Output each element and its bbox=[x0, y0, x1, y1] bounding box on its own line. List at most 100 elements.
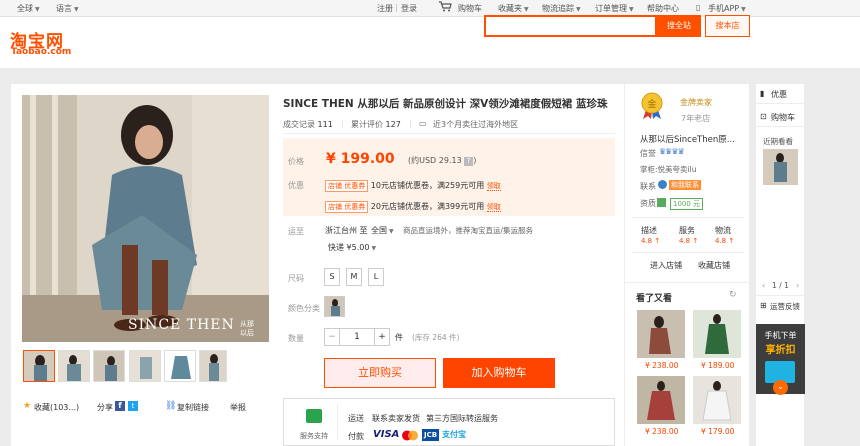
price-value: ¥ 199.00 bbox=[326, 151, 395, 167]
vip-icon: ▮ bbox=[760, 89, 765, 98]
get-coupon-link[interactable]: 领取 bbox=[486, 203, 501, 212]
recommend-price: ¥ 179.00 bbox=[701, 427, 735, 436]
score-label: 描述 bbox=[641, 226, 657, 235]
recent-item-image[interactable] bbox=[763, 149, 798, 185]
language-select[interactable]: 语言 ▼ bbox=[56, 3, 79, 14]
thumbnail[interactable] bbox=[58, 350, 90, 382]
price-label: 价格 bbox=[288, 157, 304, 166]
size-option-l[interactable]: L bbox=[368, 268, 384, 286]
register-link[interactable]: 注册 bbox=[377, 3, 393, 14]
contact-ship-link[interactable]: 联系卖家发货 bbox=[372, 413, 420, 424]
recommend-item-image[interactable] bbox=[637, 376, 685, 424]
truck-icon: ▭ bbox=[419, 119, 427, 128]
buy-now-button[interactable]: 立即购买 bbox=[324, 358, 436, 388]
divider bbox=[632, 252, 744, 253]
help-link[interactable]: 帮助中心 bbox=[647, 3, 679, 14]
alipay-icon: 支付宝 bbox=[442, 430, 466, 439]
thumbnail[interactable] bbox=[164, 350, 196, 382]
image-watermark-cn: 从那以后 bbox=[240, 320, 254, 337]
contact-seller-button[interactable]: 和我联系 bbox=[669, 180, 701, 190]
thumbnail[interactable] bbox=[93, 350, 125, 382]
size-label: 尺码 bbox=[288, 274, 304, 283]
mobile-title: 手机下单 bbox=[764, 331, 797, 340]
coupon-tag: 店铺 优惠券 bbox=[325, 201, 369, 213]
license-icon bbox=[657, 198, 666, 207]
facebook-icon[interactable]: f bbox=[115, 401, 125, 411]
get-coupon-link[interactable]: 领取 bbox=[486, 182, 501, 191]
qty-increase-button[interactable]: + bbox=[374, 328, 390, 346]
coupon-row-1: 店铺 优惠券 10元店铺优惠卷，满259元可用 领取 bbox=[325, 180, 501, 192]
jcb-icon: JCB bbox=[422, 429, 440, 441]
rail-cart-icon: ⊡ bbox=[760, 112, 767, 121]
mobile-sub: 享折扣 bbox=[765, 345, 796, 356]
mobile-order-panel[interactable]: 手机下单 享折扣 ⌄ bbox=[756, 324, 805, 395]
svg-text:金: 金 bbox=[647, 98, 656, 110]
help-icon: ? bbox=[464, 157, 474, 166]
divider bbox=[756, 126, 804, 127]
chevron-down-icon[interactable]: ⌄ bbox=[773, 380, 788, 395]
copy-link[interactable]: 复制链接 bbox=[177, 402, 209, 413]
thumbnail[interactable] bbox=[23, 350, 55, 382]
add-to-cart-button[interactable]: 加入购物车 bbox=[443, 358, 555, 388]
taobao-logo-en[interactable]: Taobao.com bbox=[11, 47, 71, 57]
size-option-m[interactable]: M bbox=[346, 268, 362, 286]
qty-decrease-button[interactable]: − bbox=[324, 328, 340, 346]
recommend-item-image[interactable] bbox=[693, 310, 741, 358]
shop-name[interactable]: 从那以后SinceThen原... bbox=[640, 133, 735, 145]
rail-prev-icon[interactable]: ‹ bbox=[762, 281, 765, 290]
report-link[interactable]: 举报 bbox=[230, 402, 246, 413]
chat-icon[interactable] bbox=[658, 180, 667, 189]
shop-owner[interactable]: 掌柜:悦美夸卖ilu bbox=[640, 164, 696, 175]
thumbnail[interactable] bbox=[129, 350, 161, 382]
divider bbox=[632, 217, 744, 218]
thumbnail[interactable] bbox=[199, 350, 227, 382]
logistics-menu[interactable]: 物流追踪 ▼ bbox=[542, 3, 581, 14]
coupon-row-2: 店铺 优惠券 20元店铺优惠卷，满399元可用 领取 bbox=[325, 201, 501, 213]
favorites-menu[interactable]: 收藏夹 ▼ bbox=[498, 3, 529, 14]
qty-input[interactable]: 1 bbox=[339, 328, 375, 346]
cart-icon[interactable] bbox=[439, 1, 452, 14]
search-input[interactable] bbox=[484, 15, 657, 37]
favorite-link[interactable]: 收藏(103...) bbox=[34, 402, 79, 413]
deal-records[interactable]: 成交记录 111 bbox=[283, 119, 333, 130]
rail-vip[interactable]: 优惠 bbox=[771, 89, 787, 100]
cart-link[interactable]: 购物车 bbox=[458, 3, 482, 14]
size-option-s[interactable]: S bbox=[324, 268, 340, 286]
product-main-image[interactable]: SINCE THEN 从那以后 bbox=[22, 95, 269, 342]
recommend-item-image[interactable] bbox=[693, 376, 741, 424]
recommend-item-image[interactable] bbox=[637, 310, 685, 358]
share-label[interactable]: 分享 bbox=[97, 402, 113, 413]
payment-label: 付款 bbox=[348, 432, 364, 441]
color-swatch[interactable] bbox=[324, 296, 345, 317]
qty-unit: 件 bbox=[395, 333, 403, 342]
star-icon[interactable]: ★ bbox=[23, 401, 31, 411]
rail-next-icon[interactable]: › bbox=[796, 281, 799, 290]
mobile-app-menu[interactable]: 手机APP ▼ bbox=[708, 3, 746, 14]
refresh-icon[interactable]: ↻ bbox=[729, 290, 737, 300]
login-link[interactable]: 登录 bbox=[401, 3, 417, 14]
gold-seller-badge: 金牌卖家 bbox=[680, 98, 712, 107]
divider bbox=[337, 404, 338, 440]
enter-shop-link[interactable]: 进入店铺 bbox=[650, 260, 682, 271]
search-all-button[interactable]: 搜全站 bbox=[657, 15, 701, 37]
qualification-label: 资质 bbox=[640, 199, 656, 208]
reviews-count[interactable]: 累计评价 127 bbox=[351, 119, 401, 130]
third-party-link[interactable]: 第三方国际转运服务 bbox=[426, 413, 498, 424]
search-store-button[interactable]: 搜本店 bbox=[705, 15, 750, 37]
express-select[interactable]: 快递 ¥5.00 ▼ bbox=[328, 242, 376, 253]
recommend-title: 看了又看 bbox=[636, 294, 673, 304]
price-usd: (约USD 29.13 ?) bbox=[408, 156, 477, 166]
color-label: 颜色分类 bbox=[288, 304, 320, 313]
orders-menu[interactable]: 订单管理 ▼ bbox=[595, 3, 634, 14]
favorite-shop-link[interactable]: 收藏店铺 bbox=[698, 260, 730, 271]
twitter-icon[interactable]: t bbox=[128, 401, 138, 411]
ship-to-select[interactable]: 全国 ▼ bbox=[371, 225, 394, 236]
stock-count: (库存 264 件) bbox=[412, 333, 460, 342]
ship-from: 浙江台州 至 bbox=[325, 226, 368, 235]
rail-feedback[interactable]: 运营反馈 bbox=[770, 301, 800, 312]
rail-cart[interactable]: 购物车 bbox=[771, 112, 795, 123]
service-support-label: 服务支持 bbox=[300, 432, 328, 440]
region-select[interactable]: 全球 ▼ bbox=[17, 3, 40, 14]
credit-label: 信誉 bbox=[640, 149, 656, 158]
divider bbox=[283, 133, 615, 134]
